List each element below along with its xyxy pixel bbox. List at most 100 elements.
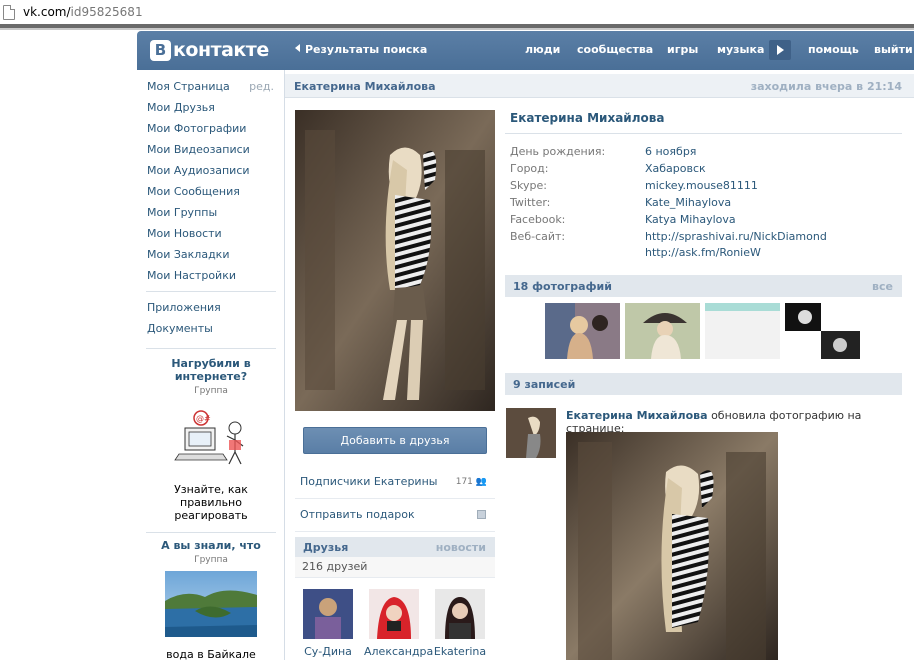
post-author-link[interactable]: Екатерина Михайлова [566, 409, 708, 422]
sidebar-item-videos[interactable]: Мои Видеозаписи [140, 139, 282, 160]
sidebar-item-groups[interactable]: Мои Группы [140, 202, 282, 223]
friend-name[interactable]: Ekaterina [430, 645, 490, 658]
info-value[interactable]: 6 ноября [645, 143, 696, 160]
sidebar-item-apps[interactable]: Приложения [140, 297, 282, 318]
photo-thumbnail[interactable] [545, 303, 620, 359]
sidebar-item-my-page[interactable]: Моя Страница ред. [140, 76, 282, 97]
info-value[interactable]: Katya Mihaylova [645, 211, 736, 228]
info-value[interactable]: mickey.mouse81111 [645, 177, 758, 194]
sidebar-item-bookmarks[interactable]: Мои Закладки [140, 244, 282, 265]
back-arrow-icon [295, 44, 300, 52]
friend-item[interactable]: Су-Дина [298, 589, 358, 658]
friend-avatar[interactable] [369, 589, 419, 639]
vk-logo-text: контакте [173, 39, 269, 61]
edit-link[interactable]: ред. [249, 76, 274, 97]
last-seen-status: заходила вчера в 21:14 [750, 80, 902, 93]
info-key: Город: [510, 162, 549, 175]
ad-title[interactable]: Нагрубили в интернете? [140, 357, 282, 383]
ad-subtitle: Группа [194, 555, 228, 565]
address-bar[interactable]: vk.com/id95825681 [0, 0, 914, 24]
info-value[interactable]: Kate_Mihaylova [645, 194, 731, 211]
sidebar-item-messages[interactable]: Мои Сообщения [140, 181, 282, 202]
photos-all-link[interactable]: все [872, 280, 893, 293]
photo-thumbnail[interactable] [705, 303, 780, 359]
sidebar-item-photos[interactable]: Мои Фотографии [140, 118, 282, 139]
sidebar-divider [146, 291, 276, 292]
posts-section-header: 9 записей [505, 373, 902, 395]
ad-subtitle: Группа [194, 386, 228, 396]
back-to-search-link[interactable]: Результаты поиска [295, 43, 427, 56]
info-key: Facebook: [510, 213, 566, 226]
ad-lake-image[interactable] [165, 571, 257, 637]
ad-cartoon-image[interactable]: @# [165, 404, 257, 470]
friend-item[interactable]: Александра [364, 589, 433, 658]
site-header: В контакте Результаты поиска люди сообще… [137, 31, 914, 70]
send-gift-link[interactable]: Отправить подарок [295, 499, 495, 532]
sidebar-item-documents[interactable]: Документы [140, 318, 282, 339]
sidebar-item-news[interactable]: Мои Новости [140, 223, 282, 244]
info-row-skype: Skype: mickey.mouse81111 [510, 177, 900, 194]
gift-icon [477, 510, 486, 519]
page-icon [3, 4, 15, 20]
friends-title[interactable]: Друзья [303, 541, 348, 554]
nav-music[interactable]: музыка [717, 43, 764, 56]
profile-avatar-image [295, 110, 495, 411]
info-row-city: Город: Хабаровск [510, 160, 900, 177]
sidebar-item-audio[interactable]: Мои Аудиозаписи [140, 160, 282, 181]
photo-thumbnail[interactable] [625, 303, 700, 359]
vk-logo-mark: В [150, 39, 171, 61]
info-row-twitter: Twitter: Kate_Mihaylova [510, 194, 900, 211]
friends-count[interactable]: 216 друзей [295, 557, 495, 578]
friend-avatar[interactable] [303, 589, 353, 639]
nav-help[interactable]: помощь [808, 43, 859, 56]
post-photo-image [566, 432, 778, 660]
nav-logout[interactable]: выйти [874, 43, 913, 56]
info-key: Twitter: [510, 196, 551, 209]
back-label: Результаты поиска [305, 43, 428, 56]
friend-item[interactable]: Ekaterina [430, 589, 490, 658]
info-row-birthday: День рождения: 6 ноября [510, 143, 900, 160]
photos-section-header: 18 фотографий все [505, 275, 902, 297]
info-row-website-2: http://ask.fm/RonieW [510, 245, 900, 260]
browser-divider-light [0, 28, 914, 30]
profile-title-bar: Екатерина Михайлова заходила вчера в 21:… [285, 74, 914, 98]
info-key: Skype: [510, 179, 547, 192]
profile-avatar[interactable] [295, 110, 495, 411]
followers-count: 171 👥 [455, 477, 487, 487]
info-value[interactable]: http://sprashivai.ru/NickDiamond [645, 228, 827, 245]
nav-people[interactable]: люди [525, 43, 560, 56]
photos-title[interactable]: 18 фотографий [513, 280, 612, 293]
photo-thumbnail[interactable] [785, 303, 860, 359]
profile-name: Екатерина Михайлова [510, 111, 665, 125]
gift-label: Отправить подарок [300, 508, 415, 521]
friend-name[interactable]: Су-Дина [298, 645, 358, 658]
info-key: День рождения: [510, 145, 606, 158]
post-photo[interactable] [566, 432, 778, 660]
nav-communities[interactable]: сообщества [577, 43, 653, 56]
url-text[interactable]: vk.com/id95825681 [23, 5, 143, 19]
info-row-website: Веб-сайт: http://sprashivai.ru/NickDiamon… [510, 228, 900, 245]
info-value[interactable]: Хабаровск [645, 160, 706, 177]
followers-link[interactable]: Подписчики Екатерины 171 👥 [295, 466, 495, 499]
ad-text[interactable]: Узнайте, как правильно реагировать [140, 483, 282, 522]
info-value[interactable]: http://ask.fm/RonieW [645, 245, 761, 260]
info-divider [505, 133, 902, 134]
info-key: Веб-сайт: [510, 230, 566, 243]
friends-news-link[interactable]: новости [436, 541, 486, 554]
ad-block-rude[interactable]: Нагрубили в интернете? Группа @# Узнайте… [140, 357, 282, 522]
friends-header: Друзья новости [295, 537, 495, 557]
add-friend-button[interactable]: Добавить в друзья [303, 427, 487, 454]
music-play-button[interactable] [769, 40, 791, 60]
ad-title[interactable]: А вы знали, что [140, 539, 282, 552]
nav-games[interactable]: игры [667, 43, 698, 56]
friend-avatar[interactable] [435, 589, 485, 639]
posts-title[interactable]: 9 записей [513, 378, 575, 391]
vk-logo[interactable]: В контакте [150, 39, 269, 61]
ad-text[interactable]: вода в Байкале [140, 648, 282, 660]
sidebar-item-settings[interactable]: Мои Настройки [140, 265, 282, 286]
ad-block-did-you-know[interactable]: А вы знали, что Группа вода в Байкале [140, 539, 282, 660]
post-author-avatar[interactable] [506, 408, 556, 458]
sidebar-item-friends[interactable]: Мои Друзья [140, 97, 282, 118]
url-path: id95825681 [70, 5, 143, 19]
friend-name[interactable]: Александра [364, 645, 433, 658]
